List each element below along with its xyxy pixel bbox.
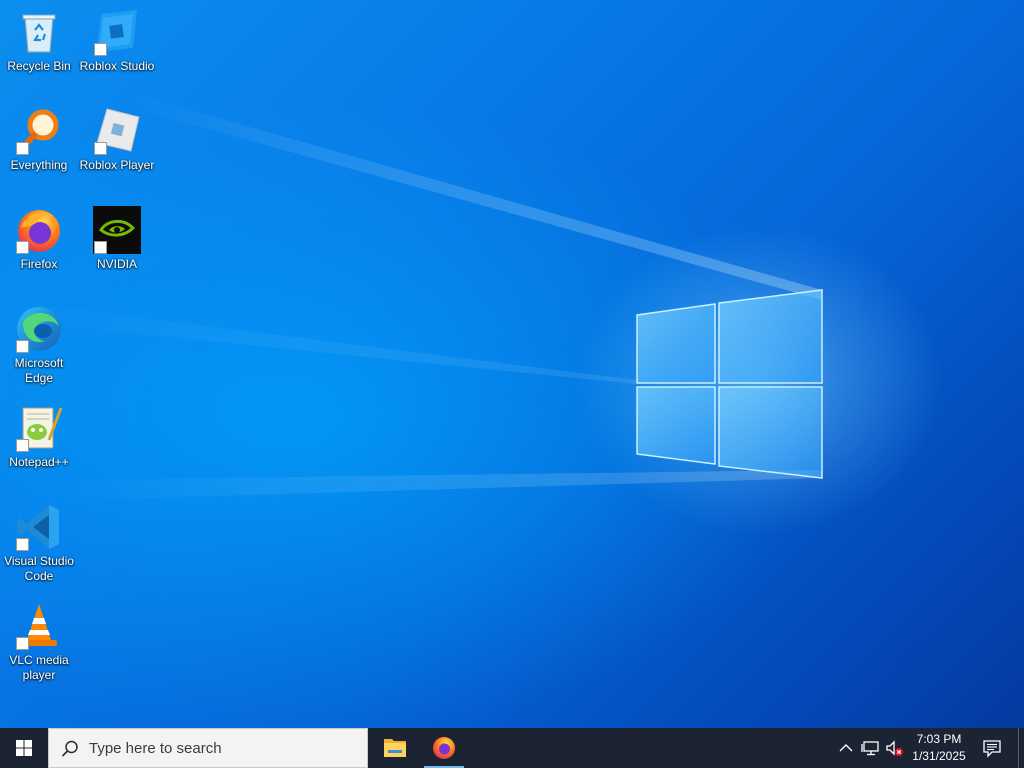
taskbar-app-firefox[interactable] (420, 728, 468, 768)
magnifier-icon (15, 107, 63, 155)
network-icon[interactable] (861, 738, 881, 758)
vscode-icon (15, 503, 63, 551)
desktop-icon-firefox[interactable]: Firefox (1, 206, 77, 272)
windows-logo-wallpaper (636, 289, 823, 479)
desktop-wallpaper: Recycle Bin Roblox Studio Everything Rob… (0, 0, 1024, 728)
windows-logo-icon (16, 740, 32, 756)
shortcut-arrow-icon (94, 43, 107, 56)
folder-icon (384, 739, 406, 757)
icon-label: Visual Studio Code (4, 554, 74, 583)
icon-label: VLC media player (9, 653, 69, 682)
shortcut-arrow-icon (16, 241, 29, 254)
firefox-icon (15, 206, 63, 254)
edge-icon (15, 305, 63, 353)
taskbar-clock[interactable]: 7:03 PM 1/31/2025 (904, 731, 974, 765)
shortcut-arrow-icon (16, 340, 29, 353)
desktop-icon-everything[interactable]: Everything (1, 107, 77, 173)
nvidia-icon (93, 206, 141, 254)
shortcut-arrow-icon (94, 241, 107, 254)
show-desktop-button[interactable] (1018, 728, 1024, 768)
start-button[interactable] (0, 728, 48, 768)
desktop-icon-visual-studio-code[interactable]: Visual Studio Code (1, 503, 77, 584)
firefox-icon (433, 737, 455, 759)
shortcut-arrow-icon (16, 439, 29, 452)
taskbar-app-file-explorer[interactable] (371, 728, 419, 768)
roblox-player-icon (93, 107, 141, 155)
icon-label: Roblox Player (79, 158, 155, 172)
desktop-icon-roblox-player[interactable]: Roblox Player (79, 107, 155, 173)
clock-time: 7:03 PM (916, 732, 962, 746)
search-icon (61, 740, 78, 757)
icon-label: Roblox Studio (79, 59, 155, 73)
shortcut-arrow-icon (16, 142, 29, 155)
volume-muted-icon[interactable] (884, 738, 904, 758)
desktop-icon-roblox-studio[interactable]: Roblox Studio (79, 8, 155, 74)
icon-label: Everything (10, 158, 68, 172)
chevron-up-icon[interactable] (836, 738, 856, 758)
recycle-bin-icon (15, 8, 63, 56)
icon-label: Firefox (20, 257, 58, 271)
shortcut-arrow-icon (16, 538, 29, 551)
search-placeholder: Type here to search (89, 740, 222, 757)
shortcut-arrow-icon (94, 142, 107, 155)
desktop-icon-nvidia[interactable]: NVIDIA (79, 206, 155, 272)
clock-date: 1/31/2025 (912, 749, 966, 763)
desktop-icon-notepad-plus-plus[interactable]: Notepad++ (1, 404, 77, 470)
desktop-icon-vlc-media-player[interactable]: VLC media player (1, 602, 77, 683)
icon-label: Notepad++ (9, 455, 69, 469)
icon-label: Recycle Bin (7, 59, 71, 73)
taskbar: Type here to search 7:03 PM 1/31/2025 (0, 728, 1024, 768)
desktop-icon-recycle-bin[interactable]: Recycle Bin (1, 8, 77, 74)
roblox-studio-icon (93, 8, 141, 56)
shortcut-arrow-icon (16, 637, 29, 650)
desktop-icon-microsoft-edge[interactable]: Microsoft Edge (1, 305, 77, 386)
taskbar-search-box[interactable]: Type here to search (48, 728, 368, 768)
notepad-plus-plus-icon (15, 404, 63, 452)
icon-label: Microsoft Edge (14, 356, 64, 385)
vlc-cone-icon (15, 602, 63, 650)
action-center-icon[interactable] (982, 738, 1002, 758)
icon-label: NVIDIA (96, 257, 137, 271)
